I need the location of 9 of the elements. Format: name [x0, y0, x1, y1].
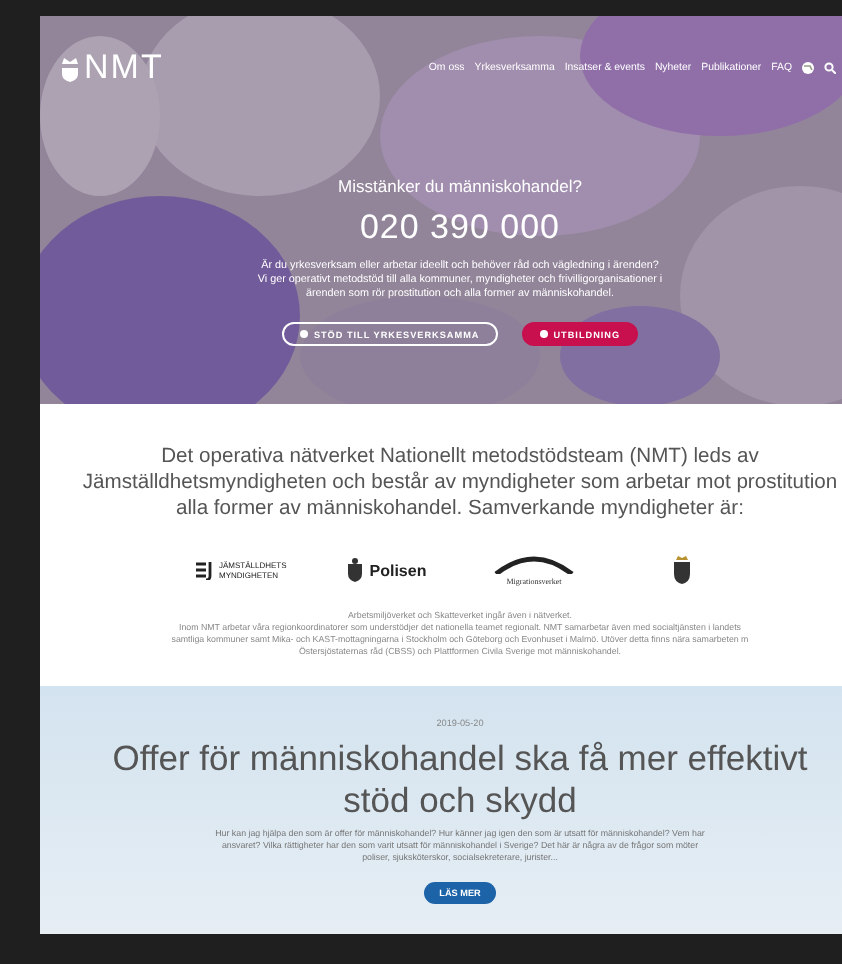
- news-title: Offer för människohandel ska få mer effektivt: [112, 738, 808, 780]
- intro-text: Det operativa nätverket Nationellt metodstödsteam (NMT) leds av: [161, 444, 759, 470]
- hero-question: Misstänker du människohandel?: [338, 176, 582, 196]
- agency-name: Polisen: [369, 561, 427, 579]
- news-title: stöd och skydd: [341, 780, 579, 822]
- phone-number: 020 390 000: [359, 208, 561, 248]
- intro-text: Jämställdhetsmyndigheten och består av myndigheter som arbetar mot prostitution: [82, 470, 838, 496]
- intro-text: alla former av människohandel. Samverkande myndigheter är:: [176, 496, 744, 522]
- logo-text: NMT: [84, 48, 164, 88]
